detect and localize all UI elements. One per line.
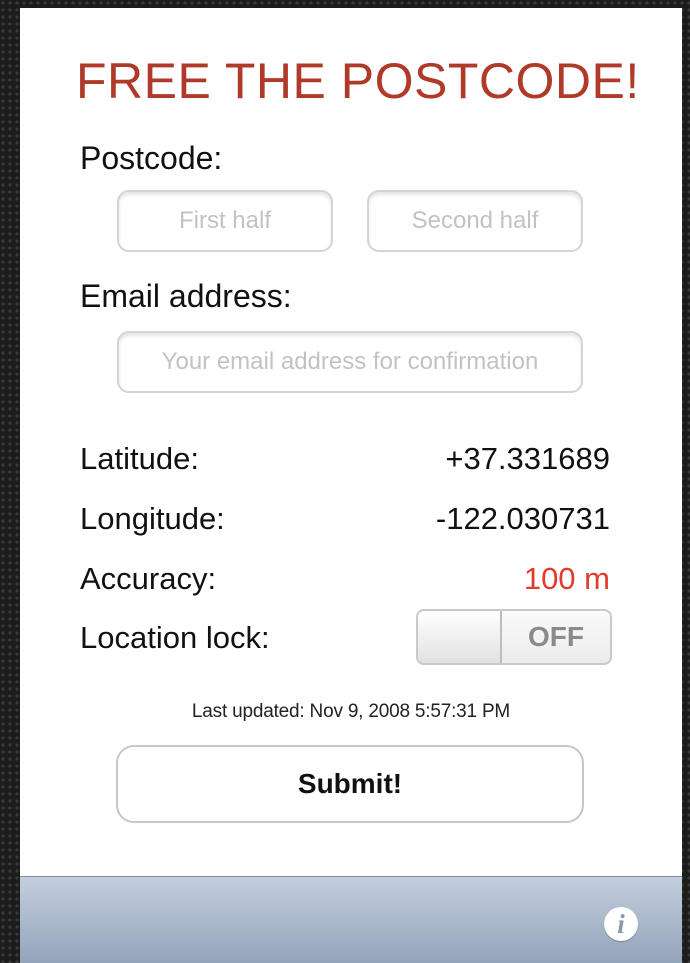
postcode-label: Postcode: — [80, 140, 223, 176]
accuracy-value: 100 m — [523, 561, 610, 596]
toggle-state-label: OFF — [528, 621, 584, 652]
bottom-toolbar: i — [20, 876, 682, 963]
email-label: Email address: — [80, 278, 292, 314]
last-updated-status: Last updated: Nov 9, 2008 5:57:31 PM — [191, 701, 511, 722]
email-input[interactable] — [117, 331, 583, 393]
submit-button[interactable]: Submit! — [116, 745, 584, 823]
longitude-label: Longitude: — [80, 501, 225, 536]
app-title: FREE THE POSTCODE! — [76, 53, 640, 109]
postcode-first-half-input[interactable] — [117, 190, 333, 252]
accuracy-label: Accuracy: — [80, 561, 217, 596]
location-lock-label: Location lock: — [80, 620, 270, 655]
info-icon[interactable]: i — [604, 907, 638, 941]
location-lock-toggle[interactable]: OFF — [416, 609, 612, 665]
longitude-value: -122.030731 — [435, 501, 610, 536]
postcode-second-half-input[interactable] — [367, 190, 583, 252]
app-screen: FREE THE POSTCODE! Postcode: Email addre… — [20, 8, 682, 963]
toggle-knob — [418, 611, 502, 663]
latitude-label: Latitude: — [80, 441, 199, 476]
latitude-value: +37.331689 — [445, 441, 610, 476]
